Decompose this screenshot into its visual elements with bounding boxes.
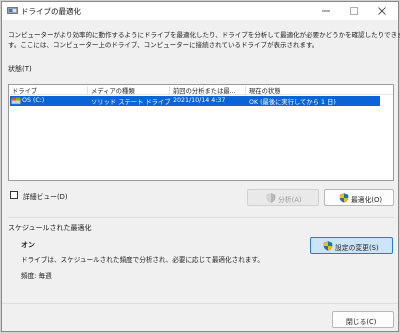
maximize-button[interactable] bbox=[340, 2, 368, 20]
close-icon bbox=[378, 7, 386, 15]
shield-icon bbox=[339, 193, 349, 203]
close-window-button[interactable] bbox=[368, 2, 396, 20]
detail-view-label[interactable]: 詳細ビュー(D) bbox=[23, 191, 68, 201]
schedule-frequency: 頻度: 毎週 bbox=[21, 272, 52, 280]
drive-row-selected[interactable]: OS (C:) ソリッド ステート ドライブ 2021/10/14 4:37 O… bbox=[10, 96, 380, 106]
drive-name: OS (C:) bbox=[22, 97, 45, 104]
status-label: 状態(T) bbox=[8, 65, 32, 73]
title-bar[interactable]: ドライブの最適化 bbox=[2, 2, 398, 20]
drive-icon bbox=[11, 97, 21, 105]
column-separator[interactable] bbox=[87, 86, 88, 94]
column-separator[interactable] bbox=[169, 86, 170, 94]
column-header-drive[interactable]: ドライブ bbox=[12, 86, 82, 95]
shield-icon bbox=[266, 193, 276, 203]
drive-last-run: 2021/10/14 4:37 bbox=[173, 97, 226, 104]
column-header-current-status[interactable]: 現在の状態 bbox=[249, 86, 379, 95]
analyze-button-label: 分析(A) bbox=[278, 196, 302, 204]
shield-icon bbox=[323, 241, 333, 251]
schedule-section-title: スケジュールされた最適化 bbox=[8, 224, 92, 232]
minimize-icon bbox=[322, 10, 330, 12]
drive-list[interactable]: ドライブ メディアの種類 前回の分析または最... 現在の状態 OS (C:) … bbox=[8, 84, 394, 181]
column-header-last-run[interactable]: 前回の分析または最... bbox=[173, 86, 245, 95]
optimize-button-label: 最適化(O) bbox=[351, 196, 383, 204]
description-line-1: コンピューターがより効率的に動作するようにドライブを最適化したり、ドライブを分析… bbox=[8, 31, 400, 39]
schedule-divider bbox=[8, 217, 394, 218]
close-button-label: 閉じる(C) bbox=[346, 318, 377, 326]
drive-current-status: OK (最後に実行してから 1 日) bbox=[249, 99, 336, 106]
description-line-2: す。ここには、コンピューター上のドライブ、コンピューターに接続されているドライブ… bbox=[8, 41, 319, 49]
close-button[interactable]: 閉じる(C) bbox=[332, 311, 394, 328]
window-title: ドライブの最適化 bbox=[21, 7, 81, 16]
analyze-button[interactable]: 分析(A) bbox=[247, 189, 319, 206]
description-text: コンピューターがより効率的に動作するようにドライブを最適化したり、ドライブを分析… bbox=[8, 30, 400, 50]
drive-media-type: ソリッド ステート ドライブ bbox=[91, 99, 171, 106]
change-settings-button[interactable]: 設定の変更(S) bbox=[310, 237, 393, 254]
column-header-media-type[interactable]: メディアの種類 bbox=[91, 86, 171, 95]
list-header: ドライブ メディアの種類 前回の分析または最... 現在の状態 bbox=[9, 85, 393, 95]
column-separator[interactable] bbox=[245, 86, 246, 94]
maximize-icon bbox=[350, 7, 358, 15]
change-settings-button-label: 設定の変更(S) bbox=[335, 244, 379, 252]
schedule-state: オン bbox=[21, 241, 35, 249]
defrag-app-icon bbox=[7, 6, 18, 15]
minimize-button[interactable] bbox=[312, 2, 340, 20]
optimize-button[interactable]: 最適化(O) bbox=[324, 189, 394, 206]
detail-view-checkbox[interactable] bbox=[10, 191, 18, 199]
defrag-window: ドライブの最適化 コンピューターがより効率的に動作するようにドライブを最適化した… bbox=[1, 1, 400, 332]
footer-divider bbox=[2, 303, 398, 304]
schedule-description: ドライブは、スケジュールされた頻度で分析され、必要に応じて最適化されます。 bbox=[21, 256, 264, 264]
